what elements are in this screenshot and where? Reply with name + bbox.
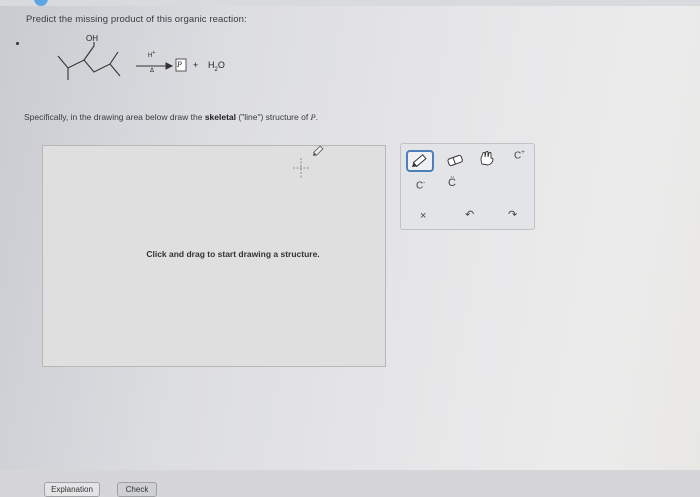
- clear-tool-icon[interactable]: ×: [420, 210, 426, 222]
- hand-pan-icon[interactable]: [478, 150, 496, 166]
- hydroxyl-label: OH: [86, 34, 98, 43]
- drawing-toolbox: C+ C- C̈ × ↶ ↷: [400, 143, 535, 230]
- question-prompt: Predict the missing product of this orga…: [26, 14, 247, 25]
- canvas-hint: Click and drag to start drawing a struct…: [146, 249, 320, 259]
- explanation-button[interactable]: Explanation: [44, 482, 100, 497]
- reagent-acid: H+: [148, 50, 156, 59]
- lone-pair-tool[interactable]: C̈: [448, 177, 456, 189]
- pencil-icon: [412, 154, 427, 168]
- water-byproduct: H2O: [208, 60, 225, 73]
- pencil-cursor-icon: [313, 145, 324, 156]
- eraser-tool-icon[interactable]: [445, 153, 465, 167]
- redo-icon[interactable]: ↷: [508, 208, 517, 221]
- instruction-text: Specifically, in the drawing area below …: [24, 112, 319, 122]
- pencil-tool-button[interactable]: [406, 150, 434, 172]
- reagent-heat: Δ: [150, 68, 155, 74]
- negative-charge-tool[interactable]: C-: [416, 180, 425, 191]
- drawing-canvas[interactable]: Click and drag to start drawing a struct…: [42, 145, 386, 367]
- product-placeholder: P: [177, 60, 182, 69]
- top-strip: [0, 0, 700, 6]
- undo-icon[interactable]: ↶: [465, 208, 474, 221]
- crosshair-icon: [293, 158, 309, 178]
- check-button[interactable]: Check: [117, 482, 157, 497]
- plus-sign: +: [193, 60, 199, 70]
- footer-bar: [0, 470, 700, 497]
- positive-charge-tool[interactable]: C+: [514, 150, 525, 161]
- bullet-dot: [16, 42, 19, 45]
- reaction-scheme: OH H+ Δ P + H2O: [16, 30, 328, 100]
